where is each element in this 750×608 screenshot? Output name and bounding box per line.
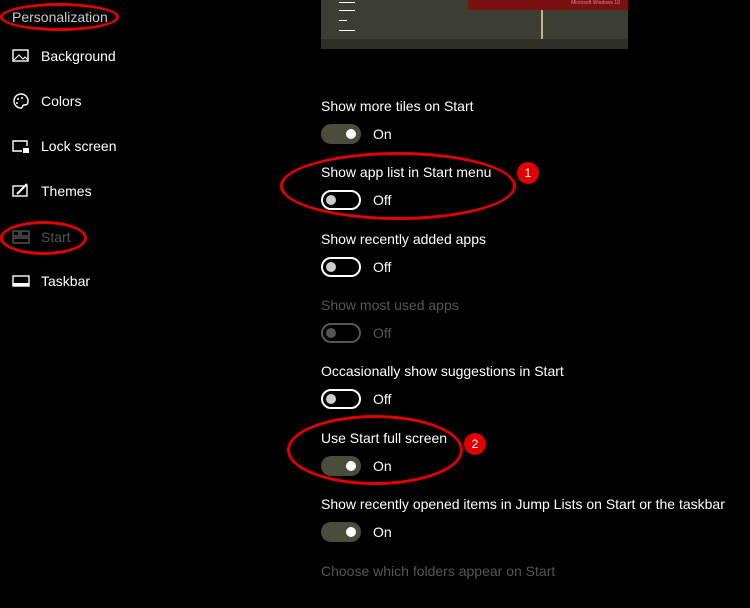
- annotation-ellipse: [0, 221, 87, 255]
- sidebar-item-lock-screen[interactable]: Lock screen: [12, 138, 116, 154]
- sidebar-item-label: Lock screen: [41, 138, 117, 154]
- setting-recently-added: Show recently added apps Off: [321, 231, 486, 277]
- themes-icon: [12, 183, 28, 197]
- start-preview-image: Microsoft Windows 10: [321, 0, 628, 49]
- annotation-ellipse: [0, 3, 119, 31]
- sidebar-item-label: Taskbar: [41, 273, 91, 289]
- sidebar-item-themes[interactable]: Themes: [12, 183, 92, 199]
- lock-screen-icon: [12, 140, 29, 153]
- toggle-switch[interactable]: [321, 257, 361, 277]
- toggle-state: Off: [373, 325, 392, 341]
- toggle-switch[interactable]: [321, 124, 361, 144]
- annotation-badge-2: 2: [464, 433, 486, 455]
- annotation-badge-1: 1: [517, 162, 539, 184]
- sidebar-item-label: Themes: [41, 183, 92, 199]
- sidebar-item-background[interactable]: Background: [12, 48, 116, 64]
- sidebar-item-label: Background: [41, 48, 116, 64]
- setting-suggestions: Occasionally show suggestions in Start O…: [321, 363, 564, 409]
- sidebar-item-colors[interactable]: Colors: [12, 93, 81, 109]
- choose-folders-link[interactable]: Choose which folders appear on Start: [321, 563, 555, 579]
- setting-most-used: Show most used apps Off: [321, 297, 459, 343]
- toggle-switch: [321, 323, 361, 343]
- picture-icon: [12, 49, 29, 62]
- setting-label: Show more tiles on Start: [321, 98, 474, 114]
- toggle-state: Off: [373, 259, 392, 275]
- toggle-switch[interactable]: [321, 522, 361, 542]
- sidebar-item-taskbar[interactable]: Taskbar: [12, 273, 90, 289]
- setting-label: Occasionally show suggestions in Start: [321, 363, 564, 379]
- palette-icon: [13, 93, 29, 109]
- toggle-state: On: [373, 126, 392, 142]
- toggle-state: On: [373, 524, 392, 540]
- setting-jump-lists: Show recently opened items in Jump Lists…: [321, 496, 725, 542]
- setting-show-more-tiles: Show more tiles on Start On: [321, 98, 474, 144]
- taskbar-icon: [12, 275, 30, 287]
- setting-label: Show recently opened items in Jump Lists…: [321, 496, 725, 512]
- annotation-ellipse: [287, 415, 463, 485]
- setting-label: Show recently added apps: [321, 231, 486, 247]
- toggle-state: Off: [373, 391, 392, 407]
- sidebar-item-label: Colors: [41, 93, 82, 109]
- annotation-ellipse: [280, 152, 516, 220]
- toggle-switch[interactable]: [321, 389, 361, 409]
- setting-label: Show most used apps: [321, 297, 459, 313]
- preview-caption: Microsoft Windows 10: [468, 0, 628, 10]
